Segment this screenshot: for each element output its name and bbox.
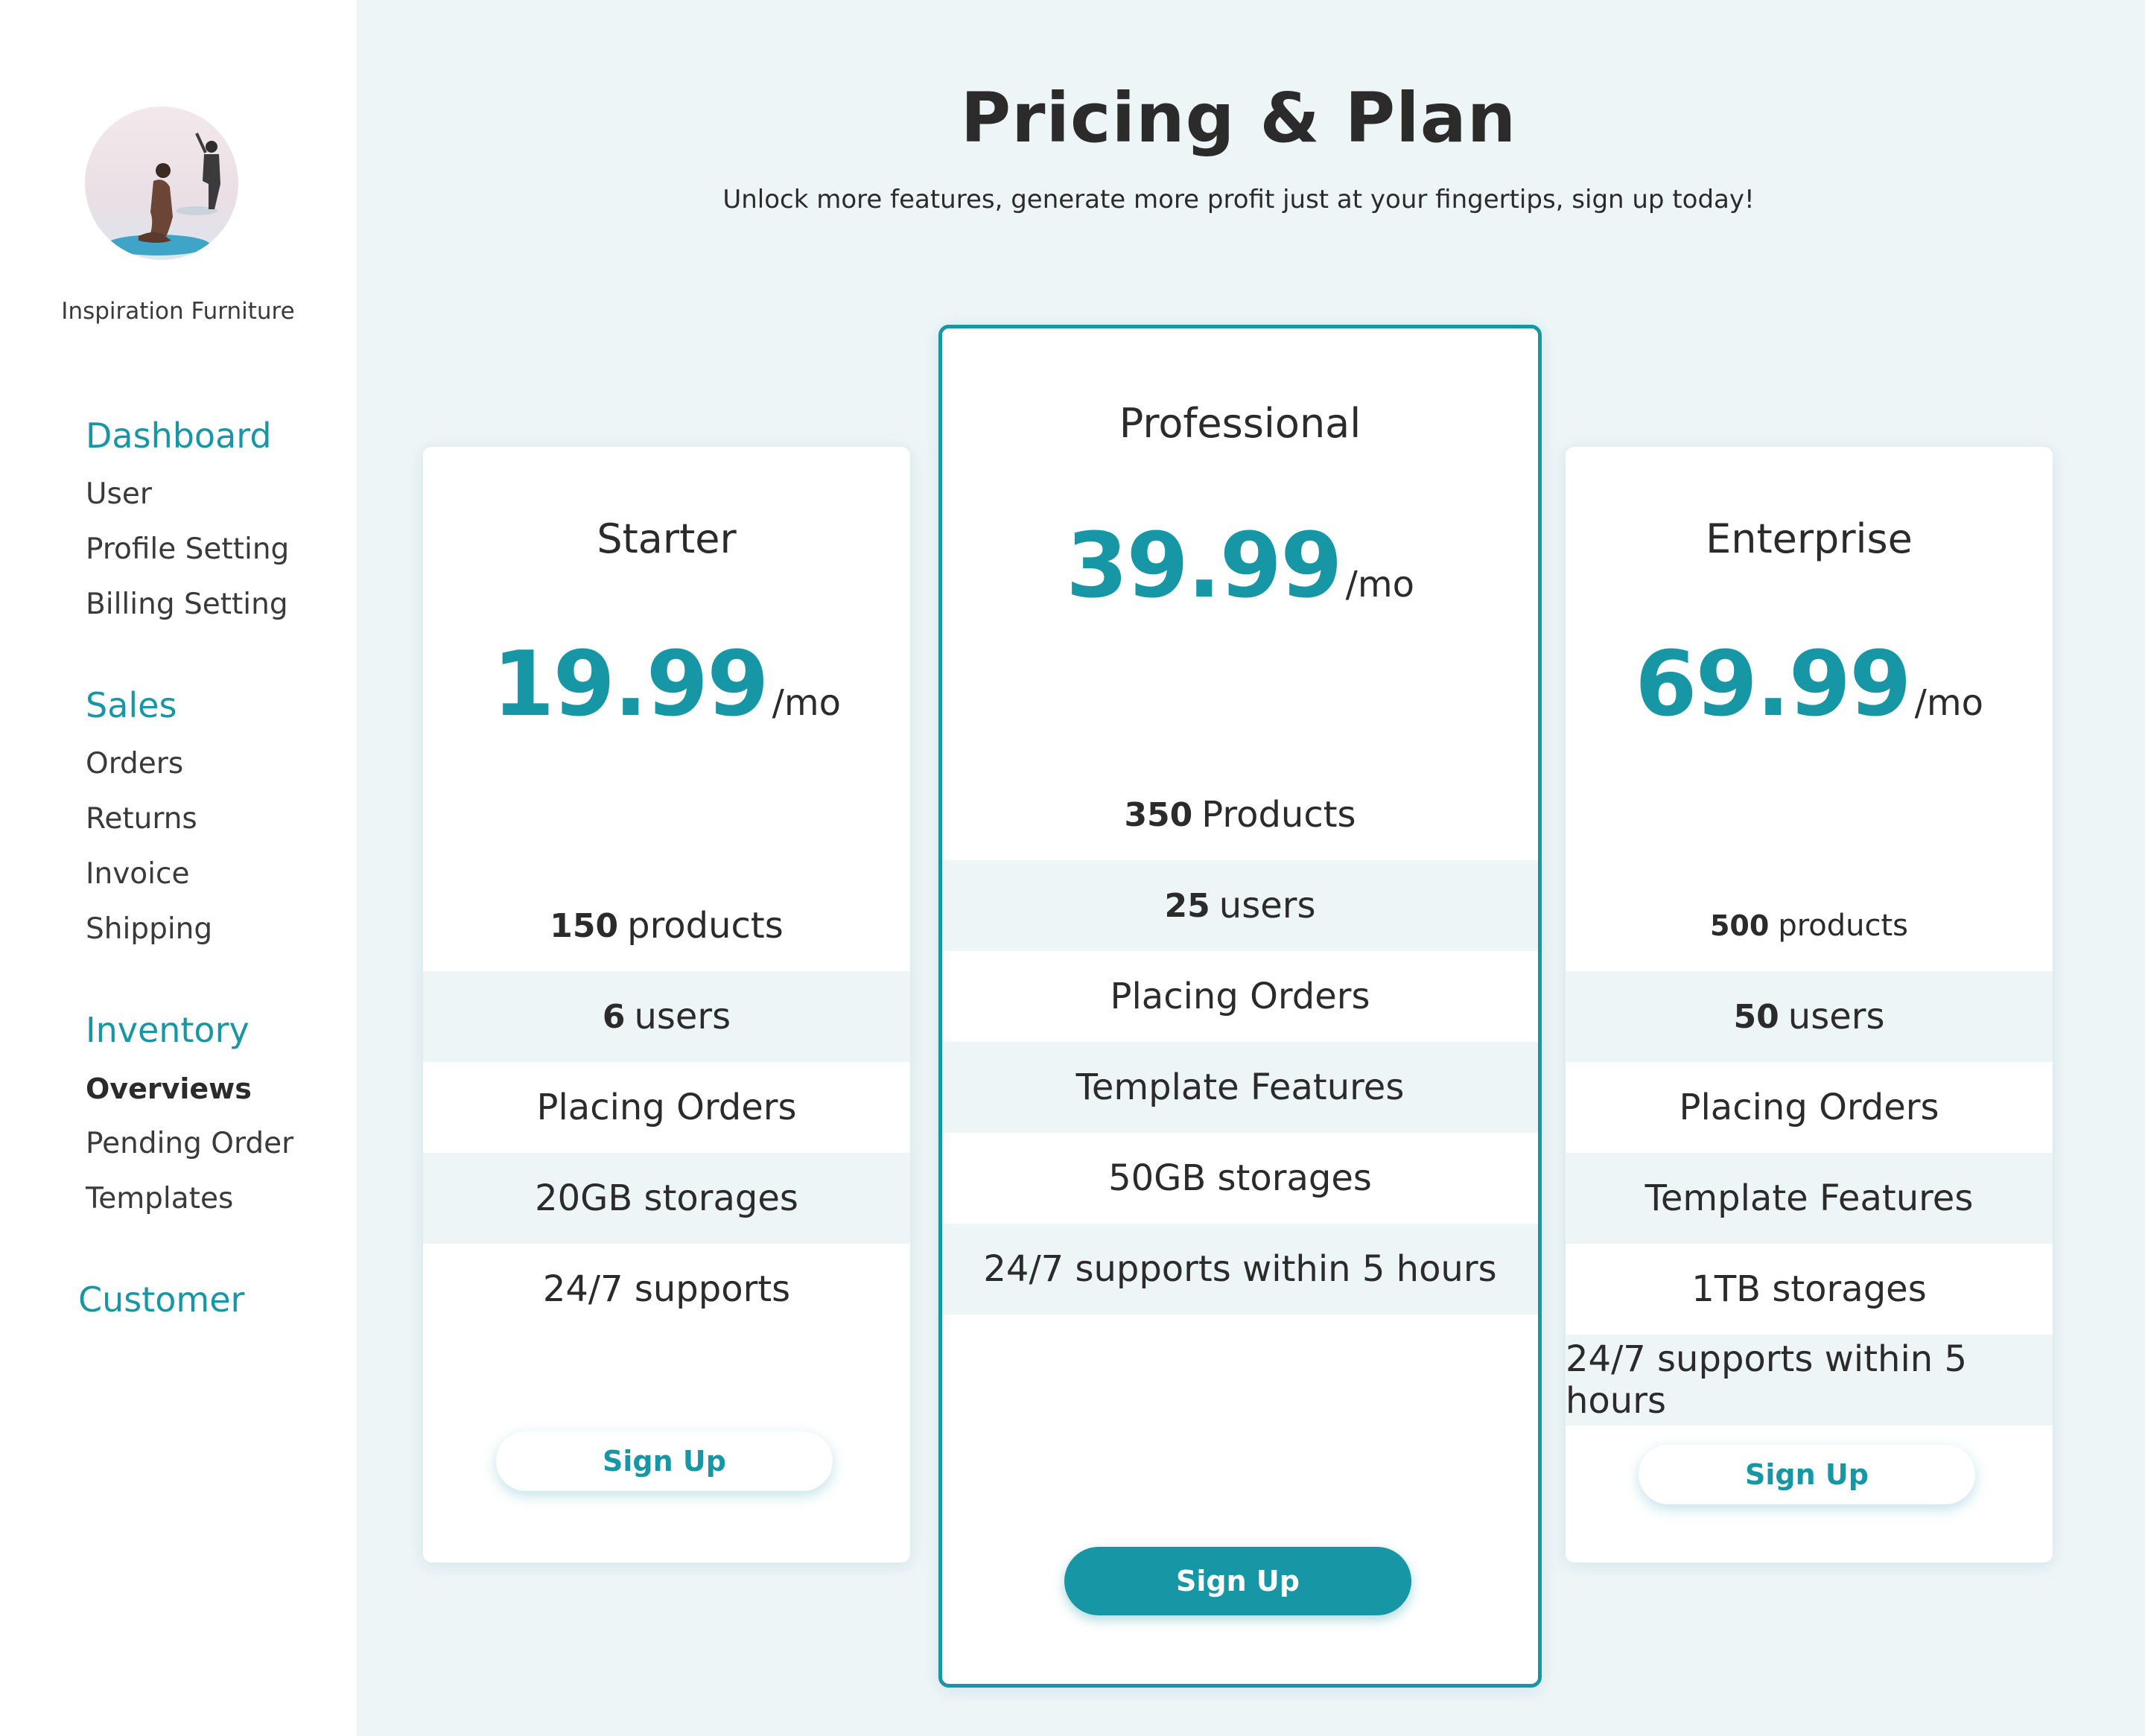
nav-item-pending-order[interactable]: Pending Order bbox=[86, 1121, 293, 1176]
price-amount: 69.99 bbox=[1635, 633, 1912, 737]
feature-label: products bbox=[627, 905, 784, 947]
nav-group-dashboard: Dashboard User Profile Setting Billing S… bbox=[86, 413, 293, 637]
feature-item: Template Features bbox=[942, 1042, 1538, 1133]
nav-item-shipping[interactable]: Shipping bbox=[86, 906, 293, 961]
feature-label: 24/7 supports within 5 hours bbox=[1566, 1338, 1967, 1422]
feature-item: 24/7 supports bbox=[423, 1244, 910, 1335]
feature-item: 24/7 supports within 5 hours bbox=[1566, 1335, 2053, 1425]
nav-item-orders[interactable]: Orders bbox=[86, 741, 293, 796]
nav-item-returns[interactable]: Returns bbox=[86, 796, 293, 851]
price-period: /mo bbox=[1345, 564, 1414, 605]
sign-up-button-starter[interactable]: Sign Up bbox=[496, 1431, 833, 1491]
plan-name: Starter bbox=[597, 515, 737, 562]
feature-label: 24/7 supports bbox=[542, 1268, 791, 1310]
feature-count: 150 bbox=[550, 906, 619, 945]
feature-label: users bbox=[1218, 885, 1316, 926]
feature-list: 500 products 50 users Placing Orders Templ… bbox=[1566, 880, 2053, 1425]
feature-label: Placing Orders bbox=[1110, 976, 1370, 1017]
feature-label: 20GB storages bbox=[535, 1177, 798, 1219]
price-period: /mo bbox=[772, 682, 841, 724]
feature-label: Placing Orders bbox=[1679, 1087, 1939, 1128]
feature-item: 24/7 supports within 5 hours bbox=[942, 1224, 1538, 1314]
feature-item: 1TB storages bbox=[1566, 1244, 2053, 1335]
feature-list: 350 Products 25 users Placing Orders Templ… bbox=[942, 769, 1538, 1314]
feature-item: 50 users bbox=[1566, 971, 2053, 1062]
plan-price: 69.99/mo bbox=[1566, 633, 2053, 737]
nav-heading-customer[interactable]: Customer bbox=[78, 1277, 293, 1335]
nav-heading-sales[interactable]: Sales bbox=[86, 683, 293, 741]
nav-group-inventory: Inventory Overviews Pending Order Templa… bbox=[86, 1008, 293, 1231]
sign-up-button-professional[interactable]: Sign Up bbox=[1064, 1547, 1411, 1615]
nav-group-sales: Sales Orders Returns Invoice Shipping bbox=[86, 683, 293, 961]
feature-item: 500 products bbox=[1566, 880, 2053, 971]
company-avatar[interactable] bbox=[85, 106, 238, 260]
nav-heading-dashboard[interactable]: Dashboard bbox=[86, 413, 293, 471]
feature-item: 50GB storages bbox=[942, 1133, 1538, 1224]
feature-label: 1TB storages bbox=[1691, 1268, 1927, 1310]
nav-item-profile-setting[interactable]: Profile Setting bbox=[86, 527, 293, 582]
feature-count: 500 bbox=[1709, 909, 1770, 942]
plan-card-professional: Professional 39.99/mo 350 Products 25 user… bbox=[938, 325, 1542, 1688]
nav-item-templates[interactable]: Templates bbox=[86, 1176, 293, 1231]
price-amount: 39.99 bbox=[1066, 515, 1343, 618]
price-period: /mo bbox=[1914, 682, 1983, 724]
price-amount: 19.99 bbox=[492, 633, 769, 737]
nav-item-user[interactable]: User bbox=[86, 471, 293, 527]
sidebar-nav: Dashboard User Profile Setting Billing S… bbox=[78, 413, 293, 1382]
nav-item-overviews[interactable]: Overviews bbox=[86, 1066, 293, 1121]
feature-label: products bbox=[1778, 909, 1908, 943]
plan-price: 19.99/mo bbox=[423, 633, 910, 737]
feature-item: 6 users bbox=[423, 971, 910, 1062]
nav-item-invoice[interactable]: Invoice bbox=[86, 851, 293, 906]
nav-group-customer: Customer bbox=[78, 1277, 293, 1335]
feature-label: Template Features bbox=[1075, 1066, 1405, 1108]
feature-item: Placing Orders bbox=[423, 1062, 910, 1153]
feature-label: Template Features bbox=[1644, 1177, 1974, 1219]
nav-heading-inventory[interactable]: Inventory bbox=[86, 1008, 293, 1066]
page-subtitle: Unlock more features, generate more prof… bbox=[722, 185, 1755, 214]
feature-item: 150 products bbox=[423, 880, 910, 971]
feature-item: Placing Orders bbox=[1566, 1062, 2053, 1153]
nav-item-billing-setting[interactable]: Billing Setting bbox=[86, 582, 293, 637]
feature-count: 6 bbox=[602, 997, 626, 1036]
feature-label: users bbox=[634, 996, 731, 1037]
feature-count: 50 bbox=[1733, 997, 1779, 1036]
plan-card-starter: Starter 19.99/mo 150 products 6 users Plac… bbox=[423, 447, 910, 1562]
feature-label: 50GB storages bbox=[1108, 1157, 1372, 1199]
plan-name: Enterprise bbox=[1706, 515, 1913, 562]
feature-item: 20GB storages bbox=[423, 1153, 910, 1244]
feature-list: 150 products 6 users Placing Orders 20GB s… bbox=[423, 880, 910, 1335]
sign-up-button-enterprise[interactable]: Sign Up bbox=[1639, 1445, 1975, 1504]
plan-name: Professional bbox=[1119, 400, 1361, 447]
feature-label: Placing Orders bbox=[536, 1087, 797, 1128]
feature-item: 350 Products bbox=[942, 769, 1538, 860]
feature-label: Products bbox=[1201, 794, 1356, 836]
feature-label: users bbox=[1788, 996, 1885, 1037]
feature-item: Placing Orders bbox=[942, 951, 1538, 1042]
plan-card-enterprise: Enterprise 69.99/mo 500 products 50 users … bbox=[1566, 447, 2053, 1562]
page-title: Pricing & Plan bbox=[960, 78, 1517, 158]
feature-item: 25 users bbox=[942, 860, 1538, 951]
feature-item: Template Features bbox=[1566, 1153, 2053, 1244]
sidebar: Inspiration Furniture Dashboard User Pro… bbox=[0, 0, 356, 1736]
company-name: Inspiration Furniture bbox=[61, 298, 295, 325]
plan-price: 39.99/mo bbox=[942, 515, 1538, 618]
feature-count: 350 bbox=[1124, 795, 1193, 834]
feature-count: 25 bbox=[1164, 886, 1210, 925]
feature-label: 24/7 supports within 5 hours bbox=[983, 1248, 1497, 1290]
